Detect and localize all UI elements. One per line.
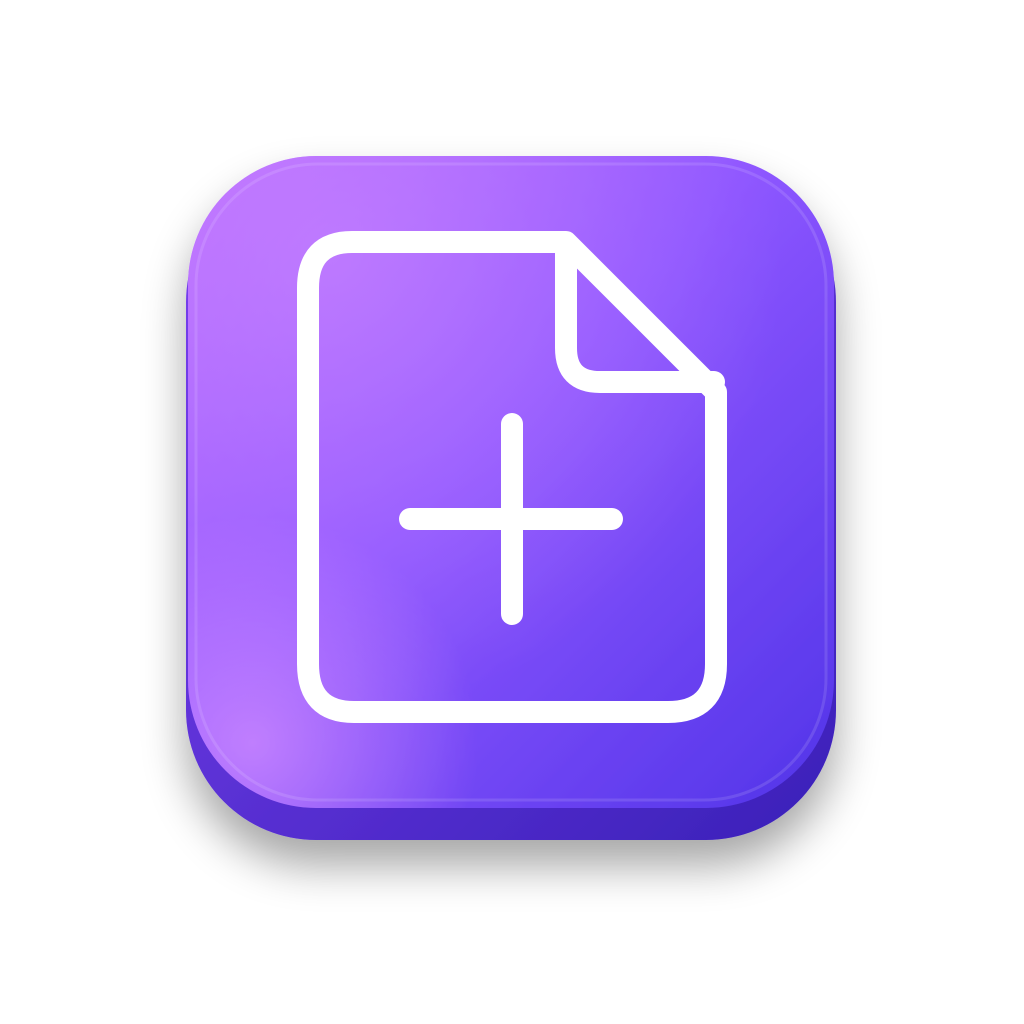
new-document-icon [186, 156, 836, 840]
canvas [0, 0, 1024, 1024]
app-icon[interactable] [0, 0, 1024, 1024]
